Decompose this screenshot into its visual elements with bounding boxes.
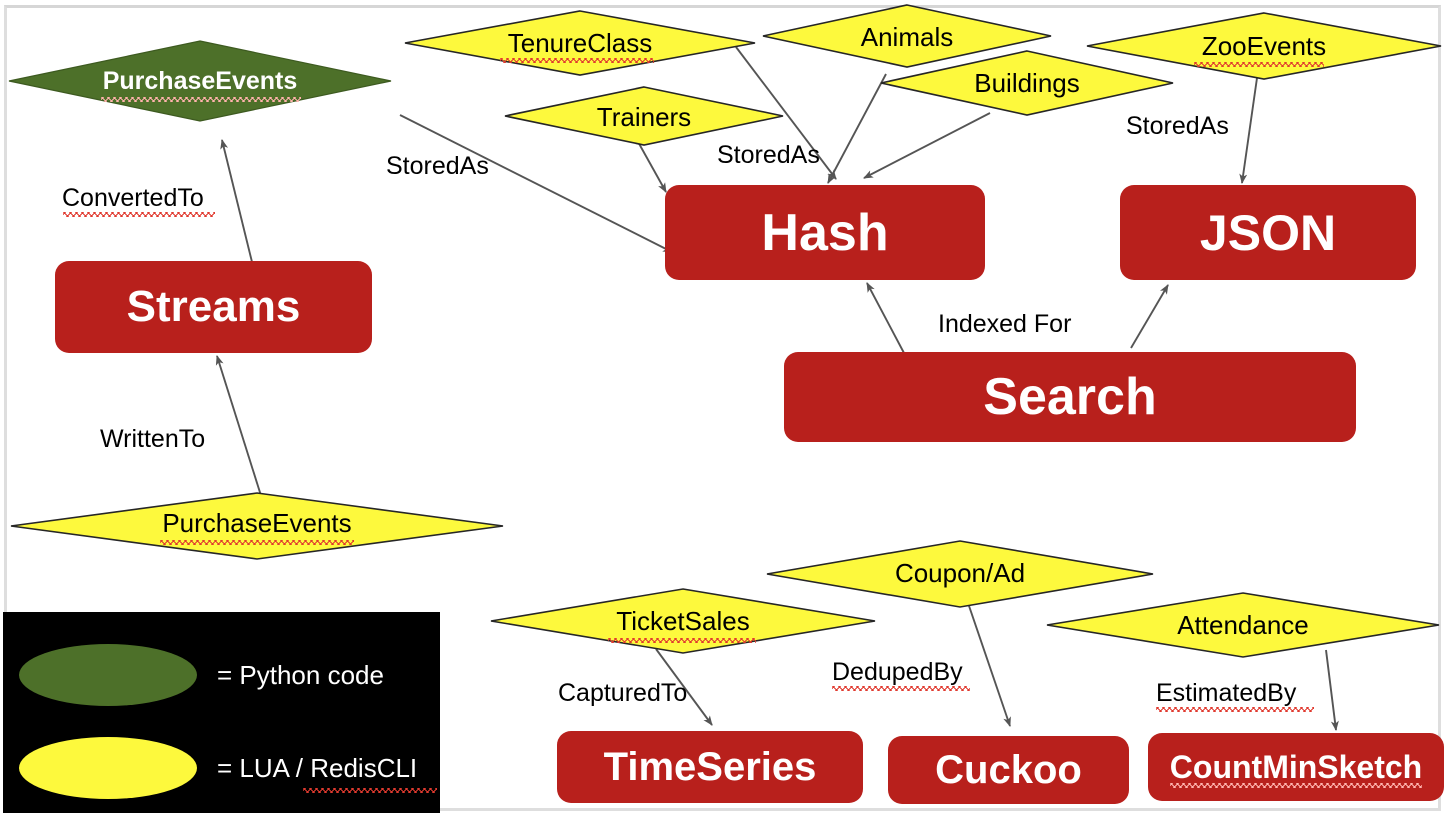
edge-dedupedby bbox=[966, 599, 1011, 727]
edge-animals-hash bbox=[827, 73, 887, 184]
edge-label-indexedfor: Indexed For bbox=[938, 310, 1072, 338]
node-label: Streams bbox=[126, 282, 301, 331]
node-countminsketch[interactable]: CountMinSketch bbox=[1148, 733, 1444, 801]
node-cuckoo[interactable]: Cuckoo bbox=[888, 736, 1129, 804]
diamond-purchaseevents-lua[interactable]: PurchaseEvents bbox=[10, 492, 504, 560]
legend-row-lua: = LUA / RedisCLI bbox=[19, 737, 417, 799]
node-label: TimeSeries bbox=[603, 745, 817, 789]
edge-buildings-hash bbox=[863, 112, 991, 179]
node-label: Hash bbox=[761, 203, 889, 262]
edge-label-text: ConvertedTo bbox=[62, 184, 204, 212]
node-label: CountMinSketch bbox=[1169, 749, 1423, 785]
node-json[interactable]: JSON bbox=[1120, 185, 1416, 280]
node-streams[interactable]: Streams bbox=[55, 261, 372, 353]
node-label: Search bbox=[983, 368, 1157, 426]
diamond-trainers[interactable]: Trainers bbox=[504, 86, 784, 146]
diamond-purchaseevents-python[interactable]: PurchaseEvents bbox=[8, 40, 392, 122]
edge-label-storedas-purchase: StoredAs bbox=[386, 152, 489, 180]
edge-label-convertedto: ConvertedTo bbox=[62, 184, 215, 217]
diamond-tenureclass[interactable]: TenureClass bbox=[404, 10, 756, 76]
edge-label-text: DedupedBy bbox=[832, 658, 963, 686]
edge-label-writtento: WrittenTo bbox=[100, 425, 206, 453]
edge-label-capturedto: CapturedTo bbox=[558, 679, 688, 707]
edge-writtento bbox=[215, 355, 264, 503]
diamond-attendance[interactable]: Attendance bbox=[1046, 592, 1440, 658]
edge-indexedfor-json bbox=[1130, 284, 1169, 349]
legend-panel: = Python code = LUA / RedisCLI bbox=[3, 612, 440, 813]
node-search[interactable]: Search bbox=[784, 352, 1356, 442]
edge-estimatedby bbox=[1325, 649, 1339, 731]
python-code-swatch bbox=[19, 644, 197, 706]
edge-convertedto bbox=[220, 139, 253, 263]
edge-storedas-trainers bbox=[636, 139, 667, 193]
legend-row-python: = Python code bbox=[19, 644, 384, 706]
edge-label-storedas-trainers: StoredAs bbox=[717, 141, 820, 169]
legend-label: = LUA / RedisCLI bbox=[217, 752, 418, 783]
edge-label-dedupedby: DedupedBy bbox=[832, 658, 970, 691]
diamond-buildings[interactable]: Buildings bbox=[880, 50, 1174, 116]
edge-label-estimatedby: EstimatedBy bbox=[1156, 679, 1314, 712]
legend-label: = Python code bbox=[217, 659, 384, 690]
diagram-canvas: PurchaseEvents TenureClass Animals ZooEv… bbox=[0, 0, 1446, 818]
node-label: Cuckoo bbox=[935, 748, 1082, 792]
node-timeseries[interactable]: TimeSeries bbox=[557, 731, 863, 803]
node-label: JSON bbox=[1199, 204, 1337, 261]
edge-label-text: EstimatedBy bbox=[1156, 679, 1297, 707]
edge-storedas-zooevents bbox=[1239, 77, 1258, 184]
node-hash[interactable]: Hash bbox=[665, 185, 985, 280]
diamond-ticketsales[interactable]: TicketSales bbox=[490, 588, 876, 654]
lua-rediscli-swatch bbox=[19, 737, 197, 799]
edge-label-storedas-tenureclass: StoredAs bbox=[1126, 112, 1229, 140]
edge-indexedfor-hash bbox=[866, 282, 905, 354]
